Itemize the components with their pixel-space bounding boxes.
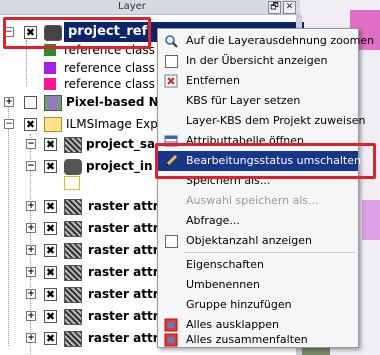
menu-item-show-feature-count[interactable]: Objektanzahl anzeigen: [158, 231, 358, 251]
expand-all-icon: [164, 318, 178, 332]
checkbox-icon: [165, 55, 178, 68]
menu-item-set-project-crs[interactable]: Layer-KBS dem Projekt zuweisen: [158, 111, 365, 131]
visibility-checkbox[interactable]: ✖: [44, 266, 57, 279]
visibility-checkbox[interactable]: ✖: [44, 244, 57, 257]
expand-icon[interactable]: +: [26, 333, 36, 343]
visibility-checkbox[interactable]: ✖: [44, 138, 57, 151]
raster-layer-icon: [64, 221, 82, 237]
visibility-checkbox[interactable]: ✖: [44, 288, 57, 301]
visibility-checkbox[interactable]: ✖: [44, 332, 57, 345]
raster-layer-icon: [64, 309, 82, 325]
context-menu: Auf die Layerausdehnung zoomen In der Üb…: [157, 28, 374, 348]
expand-icon[interactable]: +: [26, 201, 36, 211]
float-panel-button[interactable]: 🗗: [268, 1, 281, 14]
expand-icon[interactable]: +: [26, 267, 36, 277]
layer-name: project_sa: [86, 137, 156, 151]
menu-item-save-selection-as[interactable]: Auswahl speichern als...: [158, 191, 358, 211]
collapse-icon[interactable]: −: [26, 161, 36, 171]
menu-item-properties[interactable]: Eigenschaften: [158, 255, 358, 275]
menu-separator: [184, 252, 356, 253]
collapse-icon[interactable]: −: [4, 119, 14, 129]
legend-label: reference class 3: [64, 77, 167, 91]
visibility-checkbox[interactable]: ✖: [44, 200, 57, 213]
menu-item-zoom-to-layer[interactable]: Auf die Layerausdehnung zoomen: [158, 31, 374, 51]
expand-icon[interactable]: +: [26, 311, 36, 321]
raster-layer-icon: [64, 137, 82, 153]
expand-icon[interactable]: +: [4, 97, 14, 107]
panel-title: Layer: [118, 1, 146, 12]
raster-layer-icon: [64, 331, 82, 347]
expand-icon[interactable]: +: [26, 223, 36, 233]
raster-layer-icon: [64, 287, 82, 303]
menu-item-show-in-overview[interactable]: In der Übersicht anzeigen: [158, 51, 358, 71]
raster-layer-icon: [64, 243, 82, 259]
checkbox-icon: [165, 235, 178, 248]
visibility-checkbox[interactable]: ✖: [44, 160, 57, 173]
menu-item-set-layer-crs[interactable]: KBS für Layer setzen: [158, 91, 358, 111]
menu-item-collapse-all[interactable]: Alles zusammenfalten: [158, 333, 358, 347]
zoom-to-layer-icon: [164, 34, 178, 48]
collapse-all-icon: [164, 333, 178, 347]
remove-layer-icon: [164, 74, 178, 88]
color-swatch: [44, 62, 56, 74]
collapse-icon[interactable]: −: [26, 139, 36, 149]
raster-layer-icon: [64, 199, 82, 215]
close-panel-button[interactable]: ✕: [283, 1, 296, 14]
group-folder-icon: [44, 117, 62, 132]
tree-line: [8, 106, 9, 346]
legend-symbol: [64, 176, 80, 190]
vector-layer-icon: [64, 159, 82, 175]
expand-icon[interactable]: +: [26, 289, 36, 299]
highlight-box: [155, 143, 376, 179]
panel-titlebar: Layer 🗗 ✕: [0, 0, 300, 15]
highlight-box: [3, 17, 151, 49]
visibility-checkbox[interactable]: ✖: [44, 222, 57, 235]
menu-item-rename[interactable]: Umbenennen: [158, 275, 358, 295]
expand-icon[interactable]: +: [26, 245, 36, 255]
layer-name: project_in: [86, 159, 153, 173]
visibility-checkbox[interactable]: [24, 96, 37, 109]
visibility-checkbox[interactable]: ✖: [24, 118, 37, 131]
menu-item-add-group[interactable]: Gruppe hinzufügen: [158, 295, 358, 315]
map-feature: [362, 200, 380, 240]
raster-layer-icon: [44, 95, 62, 111]
menu-item-query[interactable]: Abfrage...: [158, 211, 358, 231]
menu-item-remove[interactable]: Entfernen: [158, 71, 358, 91]
menu-item-expand-all[interactable]: Alles ausklappen: [158, 315, 358, 335]
visibility-checkbox[interactable]: ✖: [44, 310, 57, 323]
color-swatch: [44, 78, 56, 90]
raster-layer-icon: [64, 265, 82, 281]
